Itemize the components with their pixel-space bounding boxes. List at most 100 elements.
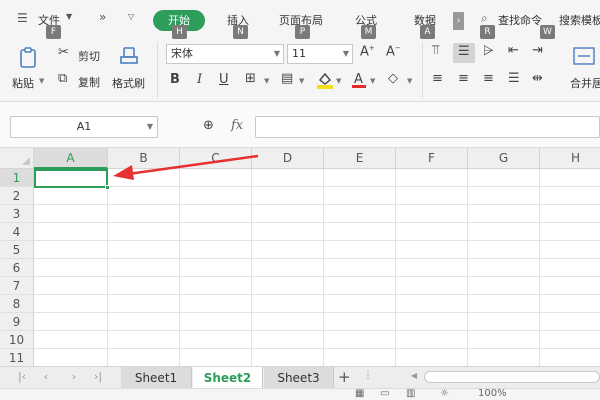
cell-a9[interactable]: [34, 313, 108, 331]
distributed-icon[interactable]: ⇹: [532, 71, 543, 86]
cell-h4[interactable]: [540, 223, 600, 241]
cell-g6[interactable]: [468, 259, 540, 277]
page-layout-view-icon[interactable]: ▭: [380, 388, 389, 399]
more-sheets-icon[interactable]: ⋮: [362, 370, 374, 381]
chevron-down-icon[interactable]: ▼: [336, 77, 341, 85]
cell-g4[interactable]: [468, 223, 540, 241]
row-header-2[interactable]: 2: [0, 187, 34, 205]
cell-d1[interactable]: [252, 169, 324, 187]
active-cell-selection[interactable]: [34, 169, 110, 190]
column-header-f[interactable]: F: [396, 148, 468, 169]
cell-f10[interactable]: [396, 331, 468, 349]
cell-d8[interactable]: [252, 295, 324, 313]
cell-h2[interactable]: [540, 187, 600, 205]
cell-d10[interactable]: [252, 331, 324, 349]
border-icon[interactable]: ⊞: [245, 71, 256, 86]
copy-button[interactable]: 复制: [78, 74, 100, 90]
cell-b8[interactable]: [108, 295, 180, 313]
chevron-down-icon[interactable]: ▼: [407, 77, 412, 85]
cell-f9[interactable]: [396, 313, 468, 331]
cell-c5[interactable]: [180, 241, 252, 259]
cell-b5[interactable]: [108, 241, 180, 259]
cell-c11[interactable]: [180, 349, 252, 366]
format-painter-button[interactable]: 格式刷: [112, 75, 145, 91]
last-sheet-icon[interactable]: ›|: [92, 370, 104, 383]
cell-d5[interactable]: [252, 241, 324, 259]
column-header-c[interactable]: C: [180, 148, 252, 169]
row-header-4[interactable]: 4: [0, 223, 34, 241]
cell-a7[interactable]: [34, 277, 108, 295]
font-name-select[interactable]: 宋体 ▼: [166, 44, 284, 64]
eye-protection-icon[interactable]: ☼: [440, 388, 449, 399]
cell-e10[interactable]: [324, 331, 396, 349]
cell-f1[interactable]: [396, 169, 468, 187]
dropdown-icon[interactable]: ▽: [128, 12, 134, 21]
column-header-d[interactable]: D: [252, 148, 324, 169]
cell-d3[interactable]: [252, 205, 324, 223]
cell-a10[interactable]: [34, 331, 108, 349]
cell-g10[interactable]: [468, 331, 540, 349]
indent-decrease-icon[interactable]: ⇤: [508, 43, 519, 58]
cell-f8[interactable]: [396, 295, 468, 313]
chevron-down-icon[interactable]: ▼: [264, 77, 269, 85]
cell-e5[interactable]: [324, 241, 396, 259]
cell-h1[interactable]: [540, 169, 600, 187]
row-header-7[interactable]: 7: [0, 277, 34, 295]
cell-f3[interactable]: [396, 205, 468, 223]
align-right-icon[interactable]: ≡: [483, 71, 494, 86]
cell-f4[interactable]: [396, 223, 468, 241]
cell-h8[interactable]: [540, 295, 600, 313]
cell-h9[interactable]: [540, 313, 600, 331]
cell-c3[interactable]: [180, 205, 252, 223]
cell-d7[interactable]: [252, 277, 324, 295]
bold-icon[interactable]: B: [170, 72, 180, 87]
fill-style-icon[interactable]: ▤: [281, 71, 293, 86]
column-header-b[interactable]: B: [108, 148, 180, 169]
row-header-10[interactable]: 10: [0, 331, 34, 349]
underline-icon[interactable]: U: [219, 72, 229, 87]
cell-e11[interactable]: [324, 349, 396, 366]
cell-f11[interactable]: [396, 349, 468, 366]
cell-e7[interactable]: [324, 277, 396, 295]
cell-b10[interactable]: [108, 331, 180, 349]
normal-view-icon[interactable]: ▦: [355, 388, 364, 399]
cell-h10[interactable]: [540, 331, 600, 349]
decrease-font-icon[interactable]: A−: [386, 44, 401, 59]
cell-f6[interactable]: [396, 259, 468, 277]
column-header-e[interactable]: E: [324, 148, 396, 169]
cell-c6[interactable]: [180, 259, 252, 277]
cell-c7[interactable]: [180, 277, 252, 295]
cell-b3[interactable]: [108, 205, 180, 223]
increase-font-icon[interactable]: A+: [360, 44, 375, 59]
cell-f5[interactable]: [396, 241, 468, 259]
cell-c10[interactable]: [180, 331, 252, 349]
cell-d11[interactable]: [252, 349, 324, 366]
paste-icon[interactable]: [14, 46, 42, 70]
cell-b9[interactable]: [108, 313, 180, 331]
cell-e2[interactable]: [324, 187, 396, 205]
align-bottom-icon[interactable]: ⩥: [483, 44, 493, 59]
cell-g8[interactable]: [468, 295, 540, 313]
cell-g11[interactable]: [468, 349, 540, 366]
cell-b6[interactable]: [108, 259, 180, 277]
scroll-left-icon[interactable]: ◀: [408, 371, 420, 380]
hamburger-menu-icon[interactable]: ☰: [17, 11, 28, 25]
fill-handle[interactable]: [105, 185, 110, 190]
search-icon[interactable]: ⌕: [481, 11, 488, 26]
add-sheet-button[interactable]: +: [338, 368, 351, 386]
horizontal-scrollbar[interactable]: [424, 371, 600, 383]
page-break-view-icon[interactable]: ▥: [406, 388, 415, 399]
cell-a11[interactable]: [34, 349, 108, 366]
font-color-icon[interactable]: A: [351, 70, 367, 90]
cell-h6[interactable]: [540, 259, 600, 277]
cell-c8[interactable]: [180, 295, 252, 313]
row-header-9[interactable]: 9: [0, 313, 34, 331]
name-box[interactable]: A1 ▼: [10, 116, 158, 138]
cell-b2[interactable]: [108, 187, 180, 205]
prev-sheet-icon[interactable]: ‹: [40, 370, 52, 383]
cell-b11[interactable]: [108, 349, 180, 366]
sheet-tab-2[interactable]: Sheet2: [193, 367, 263, 389]
clear-format-icon[interactable]: ◇: [388, 71, 398, 86]
cut-icon[interactable]: ✂: [58, 45, 69, 60]
font-size-select[interactable]: 11 ▼: [287, 44, 353, 64]
